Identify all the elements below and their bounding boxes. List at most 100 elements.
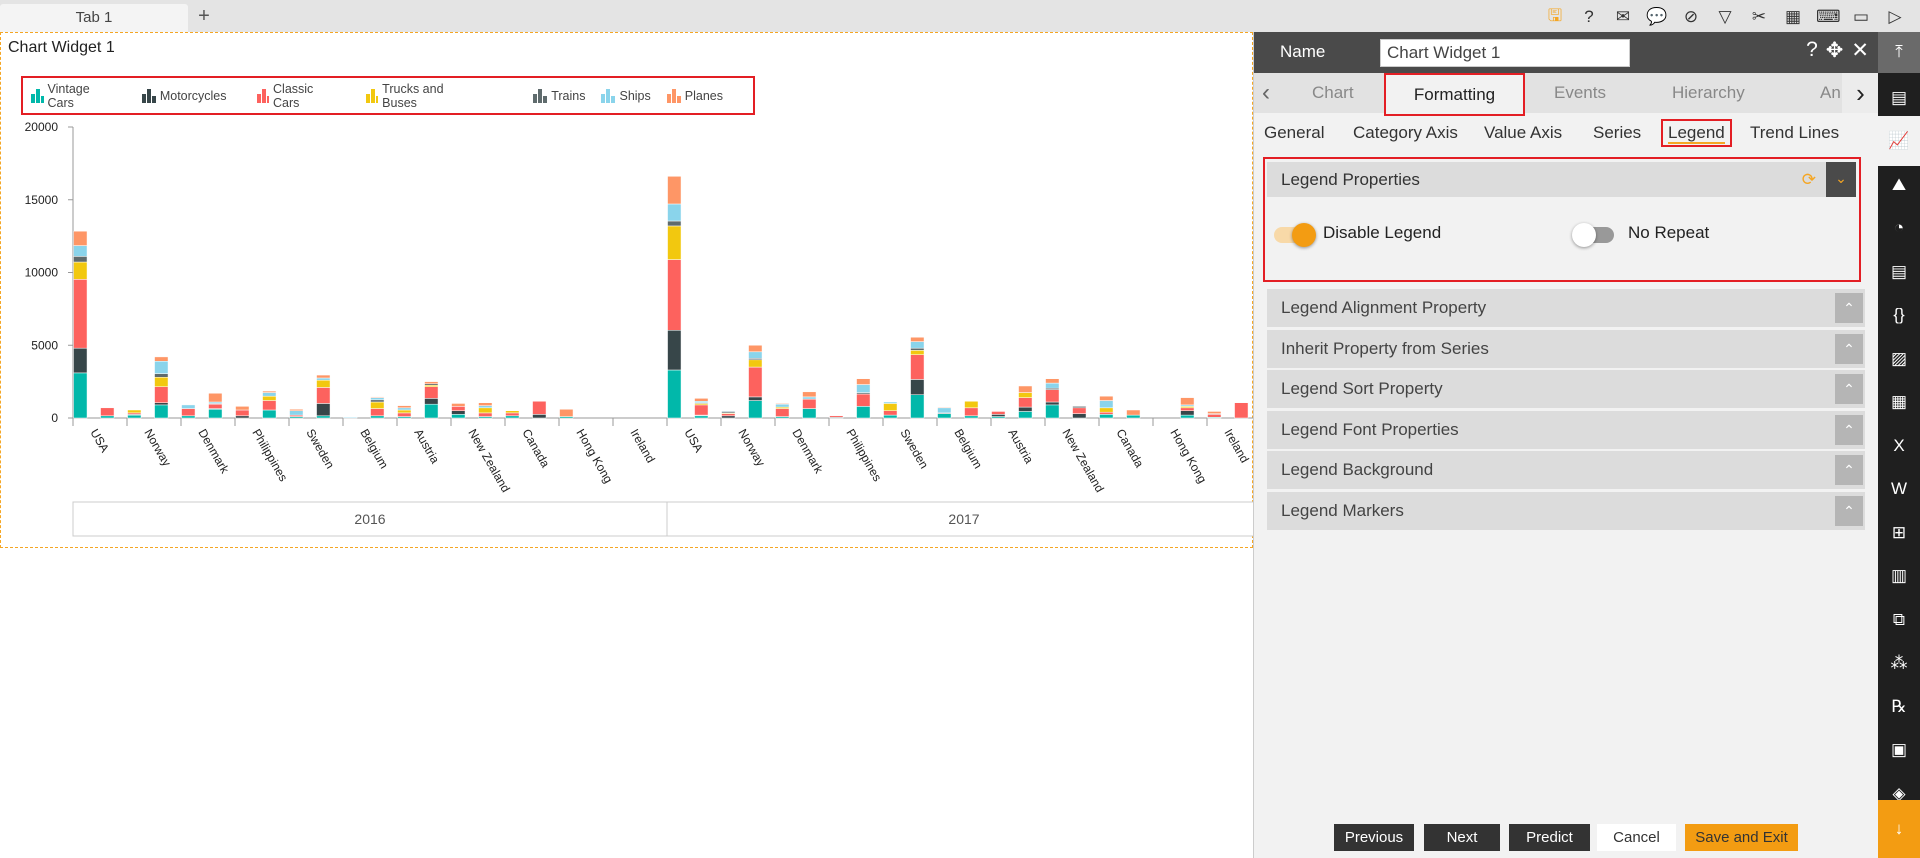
bar-segment-trains	[910, 347, 925, 351]
section-legend-sort-property[interactable]: Legend Sort Property ⌃	[1267, 370, 1865, 408]
chevron-down-icon[interactable]: ⌄	[1826, 162, 1856, 197]
help-icon[interactable]: ?	[1578, 7, 1600, 27]
close-icon[interactable]: ✕	[1851, 38, 1869, 63]
no-repeat-toggle[interactable]	[1572, 223, 1614, 247]
bar-chart-icon	[533, 88, 548, 103]
subtab-general[interactable]: General	[1264, 123, 1324, 143]
name-input[interactable]	[1380, 39, 1630, 67]
subtab-series[interactable]: Series	[1593, 123, 1641, 143]
download-icon[interactable]: ↓	[1878, 800, 1920, 858]
legend-item[interactable]: Vintage Cars	[31, 82, 112, 110]
chevron-up-icon[interactable]: ⌃	[1835, 455, 1863, 485]
tab-bar: Tab 1 + 🖫? ✉ 💬 ⊘ ▽ ✂ ▦ ⌨ ▭ ▷	[0, 0, 1920, 32]
tab-annotations[interactable]: Annot	[1820, 73, 1840, 113]
chevron-up-icon[interactable]: ⌃	[1835, 374, 1863, 404]
panel-tabs: ‹ Chart Formatting Events Hierarchy Anno…	[1254, 73, 1879, 116]
filter-icon[interactable]: ▽	[1714, 7, 1736, 27]
refresh-icon[interactable]: ⟳	[1802, 162, 1816, 197]
bar-segment-vintage-cars	[856, 406, 871, 419]
year-label: 2017	[948, 511, 979, 527]
chevron-up-icon[interactable]: ⌃	[1835, 333, 1863, 364]
tab-1[interactable]: Tab 1	[0, 4, 188, 32]
bar-segment-classic-cars	[1207, 414, 1222, 418]
word-icon[interactable]: W	[1878, 469, 1920, 509]
tab-chart[interactable]: Chart	[1312, 73, 1354, 113]
bar-segment-vintage-cars	[262, 409, 277, 419]
table-icon[interactable]: ▦	[1782, 7, 1804, 27]
tab-formatting[interactable]: Formatting	[1384, 73, 1525, 116]
tabs-prev-icon[interactable]: ‹	[1262, 73, 1270, 113]
formula-icon[interactable]: ℞	[1878, 687, 1920, 727]
play-icon[interactable]: ▷	[1884, 7, 1906, 27]
legend-item[interactable]: Planes	[666, 88, 723, 103]
file-icon[interactable]: ▣	[1878, 730, 1920, 770]
bar-segment-trains	[1072, 406, 1087, 409]
tab-hierarchy[interactable]: Hierarchy	[1672, 73, 1745, 113]
section-legend-markers[interactable]: Legend Markers ⌃	[1267, 491, 1865, 530]
section-inherit-property-from-series[interactable]: Inherit Property from Series ⌃	[1267, 329, 1865, 368]
tree-icon[interactable]: ⊞	[1878, 513, 1920, 553]
map-icon[interactable]: ⛰	[1878, 165, 1920, 205]
bar-segment-motorcycles	[316, 403, 331, 417]
subtab-trend-lines[interactable]: Trend Lines	[1750, 123, 1839, 143]
excel-icon[interactable]: X	[1878, 426, 1920, 466]
comment-icon[interactable]: 💬	[1646, 7, 1668, 27]
bar-segment-ships	[802, 396, 817, 400]
help-icon[interactable]: ?	[1806, 38, 1818, 63]
copy-icon[interactable]: ⧉	[1878, 600, 1920, 640]
country-label: New Zealand	[1059, 427, 1106, 495]
bar-segment-trucks-and-buses	[154, 377, 169, 387]
bar-segment-classic-cars	[694, 404, 709, 416]
disable-legend-toggle[interactable]	[1274, 223, 1316, 247]
report-icon[interactable]: ◔	[1878, 208, 1920, 248]
tab-events[interactable]: Events	[1554, 73, 1606, 113]
section-legend-font-properties[interactable]: Legend Font Properties ⌃	[1267, 410, 1865, 449]
save-icon[interactable]: 🖫	[1544, 3, 1566, 32]
legend-item[interactable]: Motorcycles	[141, 88, 227, 103]
bar-segment-classic-cars	[1099, 411, 1114, 415]
legend-item[interactable]: Classic Cars	[256, 82, 336, 110]
move-top-icon[interactable]: ⤒	[1878, 32, 1920, 73]
legend-item[interactable]: Ships	[601, 88, 651, 103]
section-legend-alignment-property[interactable]: Legend Alignment Property ⌃	[1267, 289, 1865, 327]
move-icon[interactable]: ✥	[1826, 38, 1844, 63]
table-icon[interactable]: ▦	[1878, 382, 1920, 422]
tabs-next-icon[interactable]: ›	[1842, 73, 1879, 113]
mail-icon[interactable]: ✉	[1612, 7, 1634, 27]
cancel-button[interactable]: Cancel	[1597, 824, 1676, 851]
code-braces-icon[interactable]: {}	[1878, 295, 1920, 335]
legend-item[interactable]: Trains	[533, 88, 585, 103]
clear-filter-icon[interactable]: ⊘	[1680, 7, 1702, 27]
widget-icon[interactable]: ▤	[1878, 78, 1920, 118]
subtab-legend[interactable]: Legend	[1661, 119, 1732, 147]
devices-icon[interactable]: ▭	[1850, 7, 1872, 27]
save-and-exit-button[interactable]: Save and Exit	[1685, 824, 1798, 851]
document-icon[interactable]: ▤	[1878, 252, 1920, 292]
legend-item[interactable]: Trucks and Buses	[365, 82, 472, 110]
subtab-category-axis[interactable]: Category Axis	[1353, 123, 1458, 143]
image-icon[interactable]: ▨	[1878, 339, 1920, 379]
section-legend-background[interactable]: Legend Background ⌃	[1267, 451, 1865, 489]
bar-segment-classic-cars	[829, 415, 844, 418]
bar-segment-classic-cars	[910, 354, 925, 380]
y-tick-label: 5000	[31, 338, 58, 352]
next-button[interactable]: Next	[1424, 824, 1500, 851]
predict-button[interactable]: Predict	[1509, 824, 1590, 851]
previous-button[interactable]: Previous	[1334, 824, 1414, 851]
add-tab-button[interactable]: +	[194, 4, 214, 30]
chevron-up-icon[interactable]: ⌃	[1835, 414, 1863, 445]
y-tick-label: 10000	[25, 266, 59, 280]
tools-icon[interactable]: ✂	[1748, 7, 1770, 27]
cubes-icon[interactable]: ⁂	[1878, 643, 1920, 683]
bar-chart-icon[interactable]: ▥	[1878, 556, 1920, 596]
chevron-up-icon[interactable]: ⌃	[1835, 495, 1863, 526]
bar-segment-ships	[1099, 400, 1114, 409]
bar-segment-classic-cars	[208, 403, 223, 409]
chart-icon[interactable]: 📈	[1878, 116, 1920, 166]
bar-segment-ships	[856, 384, 871, 393]
legend-properties-header[interactable]: Legend Properties ⟳ ⌄	[1267, 162, 1856, 197]
chevron-up-icon[interactable]: ⌃	[1835, 293, 1863, 323]
subtab-value-axis[interactable]: Value Axis	[1484, 123, 1562, 143]
embed-icon[interactable]: ⌨	[1816, 7, 1841, 27]
bar-chart-icon	[601, 88, 616, 103]
